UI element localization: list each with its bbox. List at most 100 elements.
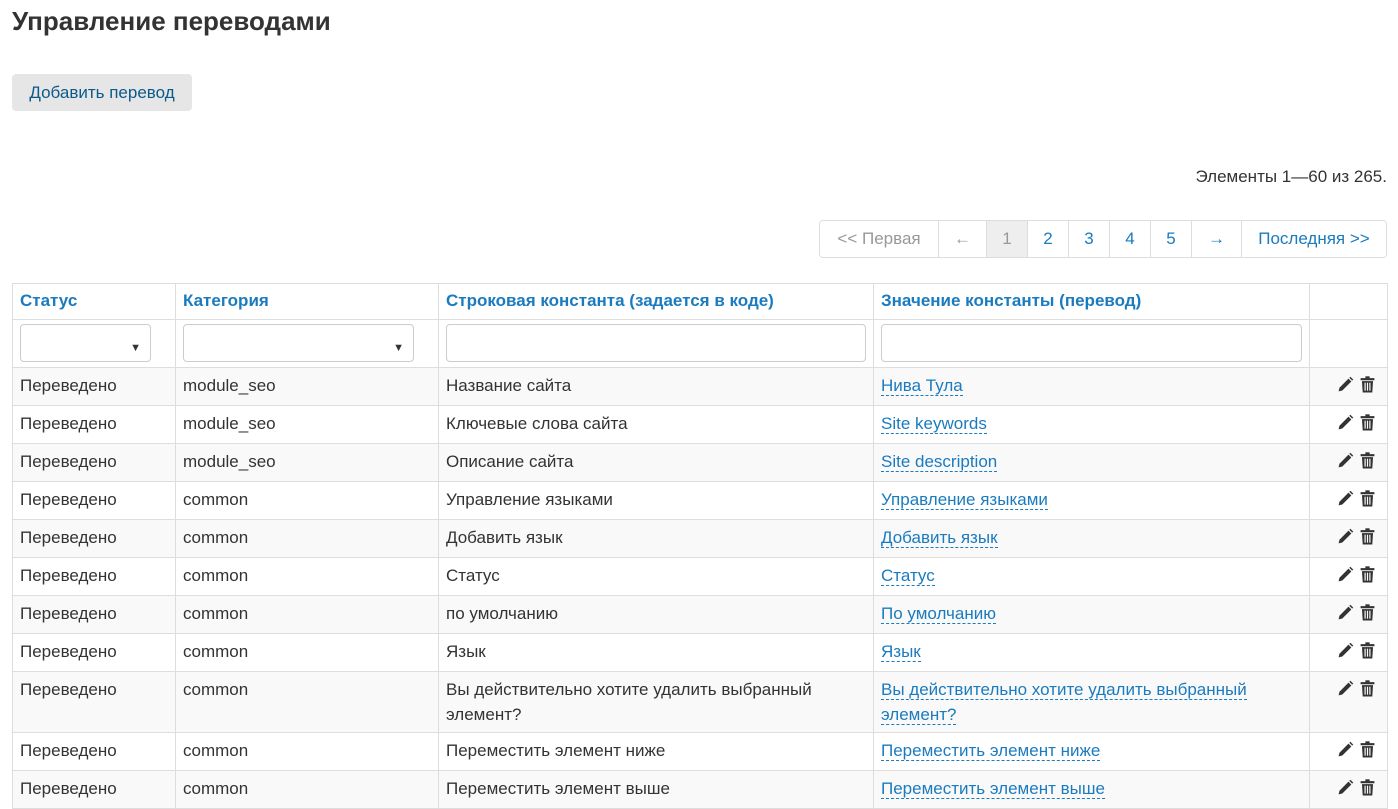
pagination-page-5[interactable]: 5 bbox=[1150, 221, 1191, 257]
trash-icon[interactable] bbox=[1360, 413, 1375, 438]
cell-constant: Ключевые слова сайта bbox=[438, 405, 874, 444]
trash-icon[interactable] bbox=[1360, 375, 1375, 400]
category-text: common bbox=[183, 741, 249, 760]
status-text: Переведено bbox=[20, 452, 117, 471]
cell-status: Переведено bbox=[12, 367, 176, 406]
trash-icon[interactable] bbox=[1360, 451, 1375, 476]
cell-translation: Site description bbox=[873, 443, 1310, 482]
translation-edit-link[interactable]: Управление языками bbox=[881, 490, 1048, 510]
cell-translation: Переместить элемент ниже bbox=[873, 732, 1310, 771]
trash-icon[interactable] bbox=[1360, 565, 1375, 590]
trash-icon[interactable] bbox=[1360, 679, 1375, 704]
constant-text: Ключевые слова сайта bbox=[446, 414, 628, 433]
translation-edit-link[interactable]: Язык bbox=[881, 642, 921, 662]
trash-icon[interactable] bbox=[1360, 489, 1375, 514]
cell-constant: Статус bbox=[438, 557, 874, 596]
pencil-icon[interactable] bbox=[1337, 603, 1354, 628]
category-filter-select[interactable]: ▼ bbox=[183, 324, 414, 362]
pencil-icon[interactable] bbox=[1337, 740, 1354, 765]
trash-icon[interactable] bbox=[1360, 641, 1375, 666]
table-row: Переведено module_seo Описание сайта Sit… bbox=[12, 443, 1388, 482]
status-text: Переведено bbox=[20, 741, 117, 760]
cell-category: module_seo bbox=[175, 443, 439, 482]
translation-edit-link[interactable]: Нива Тула bbox=[881, 376, 963, 396]
filter-cell-constant bbox=[438, 319, 874, 368]
cell-category: common bbox=[175, 633, 439, 672]
trash-icon[interactable] bbox=[1360, 778, 1375, 803]
column-header-status[interactable]: Статус bbox=[12, 283, 176, 320]
translation-edit-link[interactable]: Site keywords bbox=[881, 414, 987, 434]
column-header-constant[interactable]: Строковая константа (задается в коде) bbox=[438, 283, 874, 320]
column-header-category[interactable]: Категория bbox=[175, 283, 439, 320]
add-translation-button[interactable]: Добавить перевод bbox=[12, 74, 192, 111]
trash-icon[interactable] bbox=[1360, 527, 1375, 552]
cell-category: module_seo bbox=[175, 367, 439, 406]
table-row: Переведено common Язык Язык bbox=[12, 633, 1388, 672]
pencil-icon[interactable] bbox=[1337, 489, 1354, 514]
cell-category: common bbox=[175, 595, 439, 634]
column-header-actions bbox=[1309, 283, 1388, 320]
pencil-icon[interactable] bbox=[1337, 679, 1354, 704]
pencil-icon[interactable] bbox=[1337, 527, 1354, 552]
cell-translation: Статус bbox=[873, 557, 1310, 596]
status-text: Переведено bbox=[20, 490, 117, 509]
translation-edit-link[interactable]: Site description bbox=[881, 452, 998, 472]
pencil-icon[interactable] bbox=[1337, 451, 1354, 476]
translations-table: Статус Категория Строковая константа (за… bbox=[12, 283, 1388, 809]
constant-text: Название сайта bbox=[446, 376, 572, 395]
status-text: Переведено bbox=[20, 604, 117, 623]
table-row: Переведено common Статус Статус bbox=[12, 557, 1388, 596]
trash-icon[interactable] bbox=[1360, 603, 1375, 628]
translation-edit-link[interactable]: По умолчанию bbox=[881, 604, 996, 624]
translation-edit-link[interactable]: Вы действительно хотите удалить выбранны… bbox=[881, 680, 1247, 725]
pagination-next[interactable]: → bbox=[1191, 221, 1241, 257]
cell-constant: Переместить элемент ниже bbox=[438, 732, 874, 771]
table-row: Переведено common Добавить язык Добавить… bbox=[12, 519, 1388, 558]
translation-edit-link[interactable]: Переместить элемент ниже bbox=[881, 741, 1101, 761]
caret-down-icon: ▼ bbox=[130, 342, 141, 354]
pencil-icon[interactable] bbox=[1337, 375, 1354, 400]
translation-edit-link[interactable]: Добавить язык bbox=[881, 528, 998, 548]
translation-edit-link[interactable]: Переместить элемент выше bbox=[881, 779, 1105, 799]
status-filter-select[interactable]: ▼ bbox=[20, 324, 151, 362]
translations-page: Управление переводами Добавить перевод Э… bbox=[0, 0, 1398, 809]
status-text: Переведено bbox=[20, 566, 117, 585]
constant-text: Язык bbox=[446, 642, 486, 661]
cell-category: common bbox=[175, 557, 439, 596]
constant-text: Переместить элемент выше bbox=[446, 779, 670, 798]
status-text: Переведено bbox=[20, 680, 117, 699]
cell-category: common bbox=[175, 481, 439, 520]
pagination-page-3[interactable]: 3 bbox=[1068, 221, 1109, 257]
pencil-icon[interactable] bbox=[1337, 565, 1354, 590]
constant-text: Вы действительно хотите удалить выбранны… bbox=[446, 680, 812, 724]
cell-actions bbox=[1309, 595, 1388, 634]
pagination-page-2[interactable]: 2 bbox=[1027, 221, 1068, 257]
pagination-last[interactable]: Последняя >> bbox=[1241, 221, 1386, 257]
translation-edit-link[interactable]: Статус bbox=[881, 566, 935, 586]
filter-cell-category: ▼ bbox=[175, 319, 439, 368]
cell-actions bbox=[1309, 367, 1388, 406]
constant-text: по умолчанию bbox=[446, 604, 558, 623]
cell-constant: Описание сайта bbox=[438, 443, 874, 482]
cell-status: Переведено bbox=[12, 405, 176, 444]
cell-constant: Добавить язык bbox=[438, 519, 874, 558]
column-header-translation[interactable]: Значение константы (перевод) bbox=[873, 283, 1310, 320]
pagination-first: << Первая bbox=[820, 221, 938, 257]
constant-text: Переместить элемент ниже bbox=[446, 741, 666, 760]
filter-cell-status: ▼ bbox=[12, 319, 176, 368]
constant-filter-input[interactable] bbox=[446, 324, 866, 362]
cell-translation: Site keywords bbox=[873, 405, 1310, 444]
pencil-icon[interactable] bbox=[1337, 778, 1354, 803]
table-row: Переведено common Управление языками Упр… bbox=[12, 481, 1388, 520]
category-text: module_seo bbox=[183, 452, 276, 471]
trash-icon[interactable] bbox=[1360, 740, 1375, 765]
cell-status: Переведено bbox=[12, 557, 176, 596]
cell-translation: Язык bbox=[873, 633, 1310, 672]
status-text: Переведено bbox=[20, 642, 117, 661]
pagination-page-4[interactable]: 4 bbox=[1109, 221, 1150, 257]
translation-filter-input[interactable] bbox=[881, 324, 1302, 362]
pencil-icon[interactable] bbox=[1337, 641, 1354, 666]
cell-category: common bbox=[175, 519, 439, 558]
pencil-icon[interactable] bbox=[1337, 413, 1354, 438]
cell-translation: По умолчанию bbox=[873, 595, 1310, 634]
